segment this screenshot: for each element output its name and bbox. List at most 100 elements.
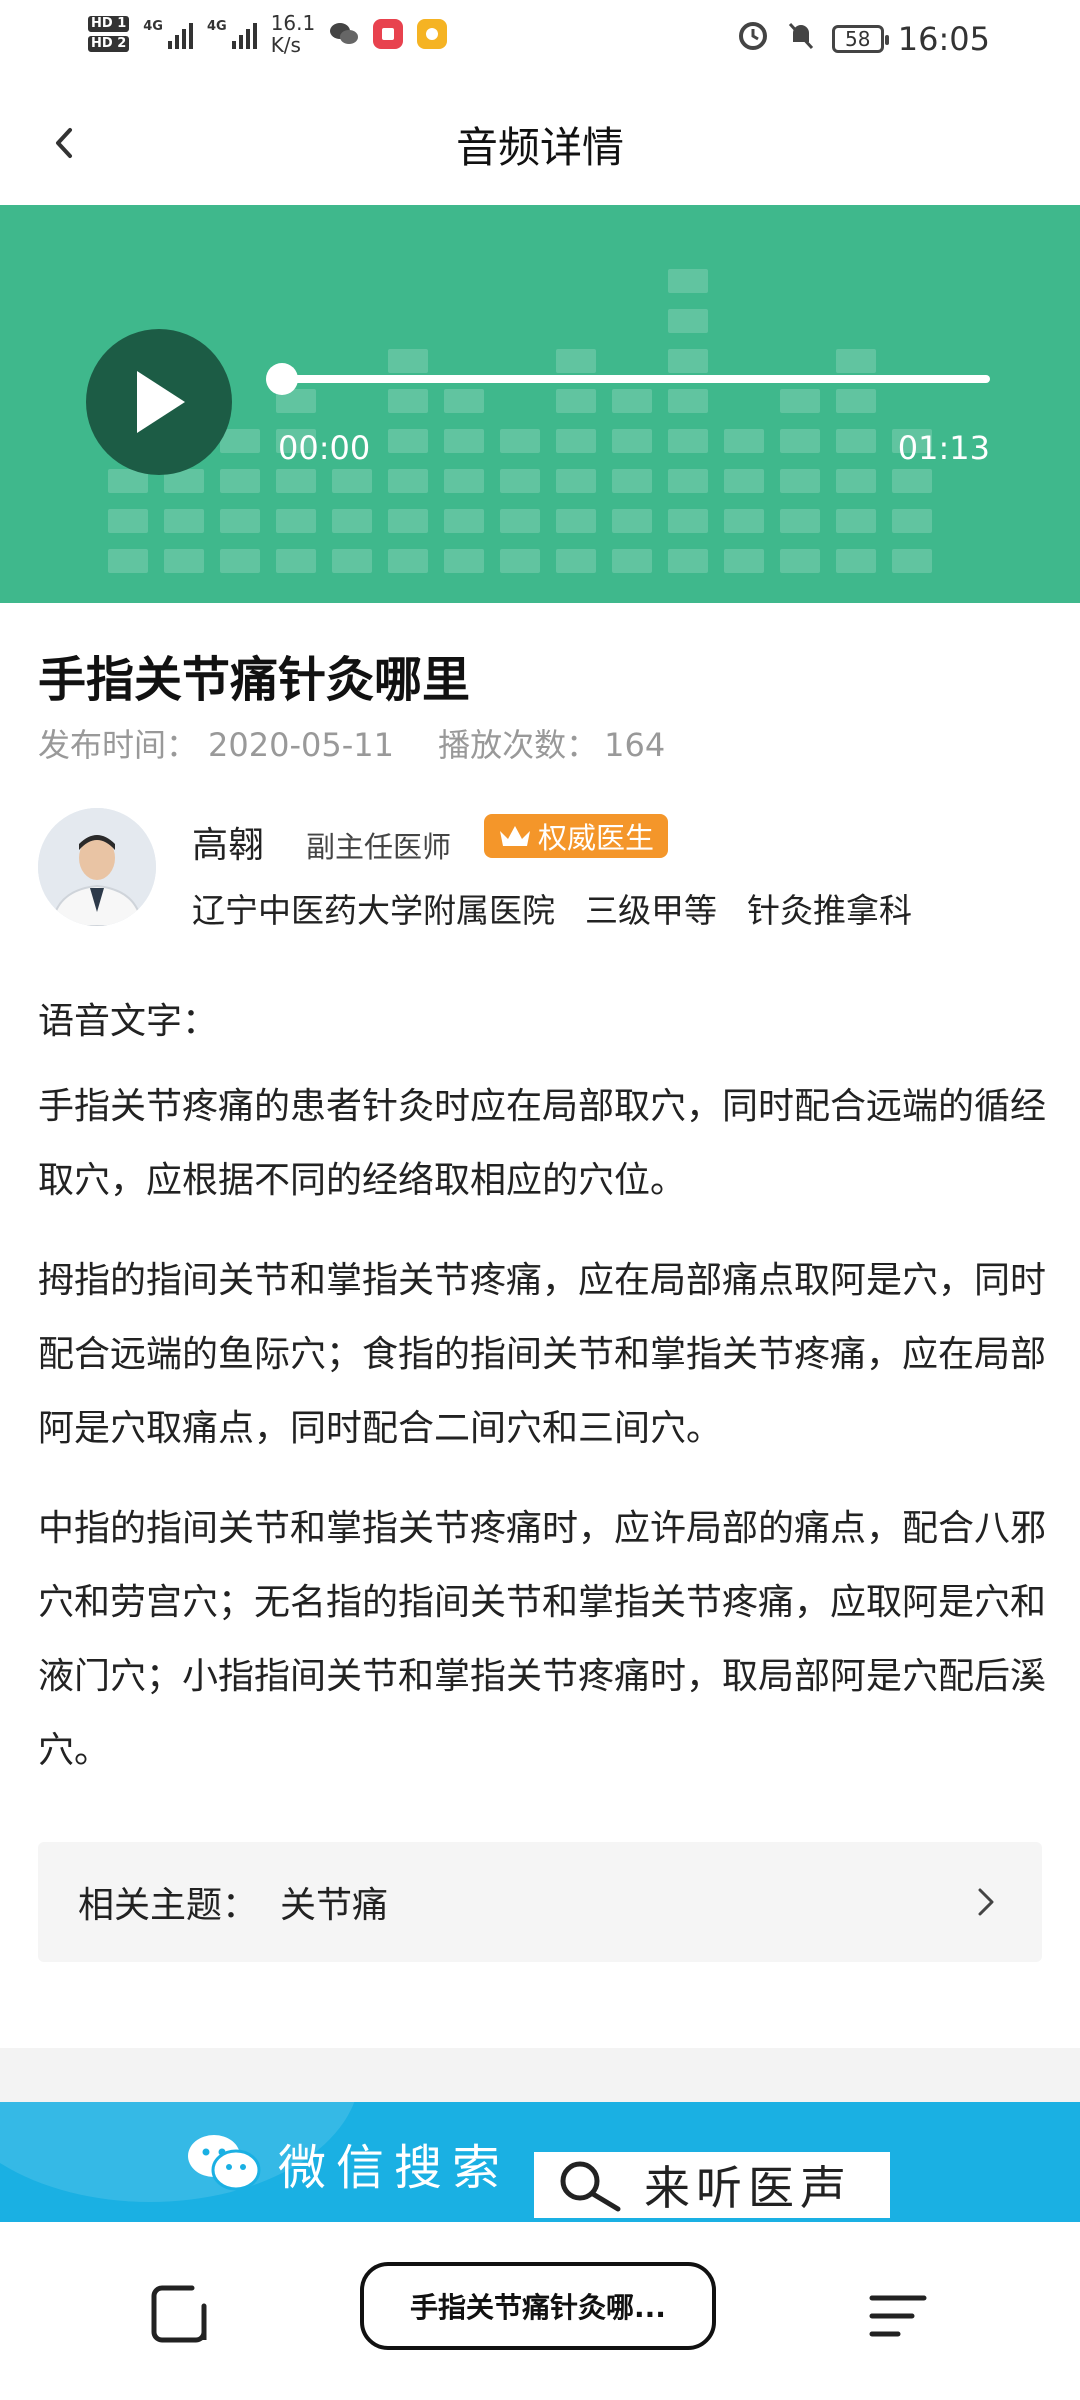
equalizer-block [500, 509, 540, 533]
network-type-2: 4G [206, 19, 227, 34]
equalizer-block [556, 429, 596, 453]
equalizer-column [220, 429, 260, 573]
equalizer-block [164, 549, 204, 573]
equalizer-block [388, 469, 428, 493]
chevron-right-icon [978, 1888, 994, 1916]
transcript-paragraph: 中指的指间关节和掌指关节疼痛时，应许局部的痛点，配合八邪穴和劳宫穴；无名指的指间… [38, 1508, 1047, 1771]
red-app-icon [373, 19, 404, 49]
section-divider [0, 2048, 1080, 2102]
status-left: HD 1 HD 2 4G 4G 16.1 K/s [88, 11, 448, 57]
equalizer-block [724, 549, 764, 573]
transcript-paragraph: 拇指的指间关节和掌指关节疼痛，应在局部痛点取阿是穴，同时配合远端的鱼际穴；食指的… [38, 1260, 1047, 1449]
equalizer-block [612, 469, 652, 493]
equalizer-block [556, 389, 596, 413]
window-button[interactable] [148, 2282, 212, 2350]
equalizer-block [668, 389, 708, 413]
transcript-paragraph: 手指关节疼痛的患者针灸时应在局部取穴，同时配合远端的循经取穴，应根据不同的经络取… [38, 1086, 1047, 1201]
equalizer-block [388, 349, 428, 373]
related-topic-label: 相关主题： [78, 1885, 259, 1926]
equalizer-block [780, 389, 820, 413]
equalizer-block [724, 509, 764, 533]
equalizer-block [276, 549, 316, 573]
badge-label: 权威医生 [538, 821, 655, 855]
battery-icon: 58 [831, 25, 889, 53]
equalizer-block [444, 509, 484, 533]
equalizer-column [500, 429, 540, 573]
wechat-logo-icon [188, 2135, 261, 2191]
play-icon [137, 371, 185, 433]
equalizer-block [836, 389, 876, 413]
equalizer-block [836, 509, 876, 533]
progress-handle[interactable] [266, 363, 298, 395]
sim-indicators: HD 1 HD 2 [88, 16, 130, 52]
progress-track[interactable] [282, 375, 990, 383]
equalizer-block [836, 349, 876, 373]
menu-button[interactable] [868, 2290, 928, 2346]
doctor-name[interactable]: 高翱 [192, 816, 264, 868]
yellow-app-icon [417, 19, 448, 49]
equalizer-block [220, 549, 260, 573]
related-topic-value: 关节痛 [280, 1885, 389, 1926]
article-title: 手指关节痛针灸哪里 [38, 652, 471, 708]
equalizer-column [612, 389, 652, 573]
equalizer-block [332, 509, 372, 533]
plays-label: 播放次数： [438, 726, 599, 764]
related-topic-row[interactable]: 相关主题： 关节痛 [38, 1842, 1042, 1962]
publish-label: 发布时间： [38, 726, 199, 764]
equalizer-block [892, 469, 932, 493]
equalizer-block [612, 549, 652, 573]
equalizer-block [724, 469, 764, 493]
alarm-icon [736, 18, 770, 60]
equalizer-block [892, 509, 932, 533]
play-button[interactable] [86, 329, 232, 475]
equalizer-block [668, 549, 708, 573]
equalizer-column [780, 389, 820, 573]
wechat-search-banner[interactable]: 微信搜索 来听医声 [0, 2102, 1080, 2222]
status-bar: HD 1 HD 2 4G 4G 16.1 K/s 58 16:05 [0, 0, 1080, 80]
equalizer-column [332, 469, 372, 573]
equalizer-block [108, 509, 148, 533]
banner-search-box[interactable]: 来听医声 [534, 2152, 890, 2218]
doctor-avatar[interactable] [38, 808, 156, 926]
net-speed-value: 16.1 [270, 11, 316, 35]
hd1-badge: HD 1 [88, 16, 130, 32]
equalizer-block [444, 469, 484, 493]
equalizer-block [388, 429, 428, 453]
equalizer-block [780, 469, 820, 493]
equalizer-block [220, 429, 260, 453]
equalizer-block [780, 429, 820, 453]
equalizer-block [836, 429, 876, 453]
equalizer-block [668, 469, 708, 493]
net-speed-unit: K/s [270, 33, 301, 57]
equalizer-block [444, 549, 484, 573]
equalizer-block [220, 469, 260, 493]
page-title: 音频详情 [455, 123, 624, 172]
equalizer-block [612, 389, 652, 413]
mute-bell-icon [784, 18, 818, 60]
equalizer-block [388, 549, 428, 573]
equalizer-column [724, 429, 764, 573]
page-title-pill[interactable]: 手指关节痛针灸哪... [360, 2262, 716, 2350]
equalizer-block [388, 509, 428, 533]
equalizer-block [444, 429, 484, 453]
equalizer-block [220, 509, 260, 533]
equalizer-block [164, 509, 204, 533]
equalizer-block [556, 549, 596, 573]
audio-player: 00:00 01:13 [0, 205, 1080, 603]
equalizer-column [276, 389, 316, 573]
equalizer-block [556, 469, 596, 493]
search-icon [560, 2161, 621, 2212]
crown-icon [500, 826, 530, 846]
equalizer-block [612, 429, 652, 453]
wechat-icon [329, 19, 359, 49]
signal-2-icon: 4G [207, 19, 257, 49]
equalizer-column [668, 269, 708, 573]
network-type-1: 4G [143, 19, 163, 34]
plays-count: 164 [604, 726, 666, 764]
banner-search-text: 来听医声 [644, 2161, 852, 2215]
equalizer-block [388, 389, 428, 413]
equalizer-block [556, 349, 596, 373]
equalizer-block [668, 509, 708, 533]
equalizer-block [668, 429, 708, 453]
equalizer-block [668, 269, 708, 293]
